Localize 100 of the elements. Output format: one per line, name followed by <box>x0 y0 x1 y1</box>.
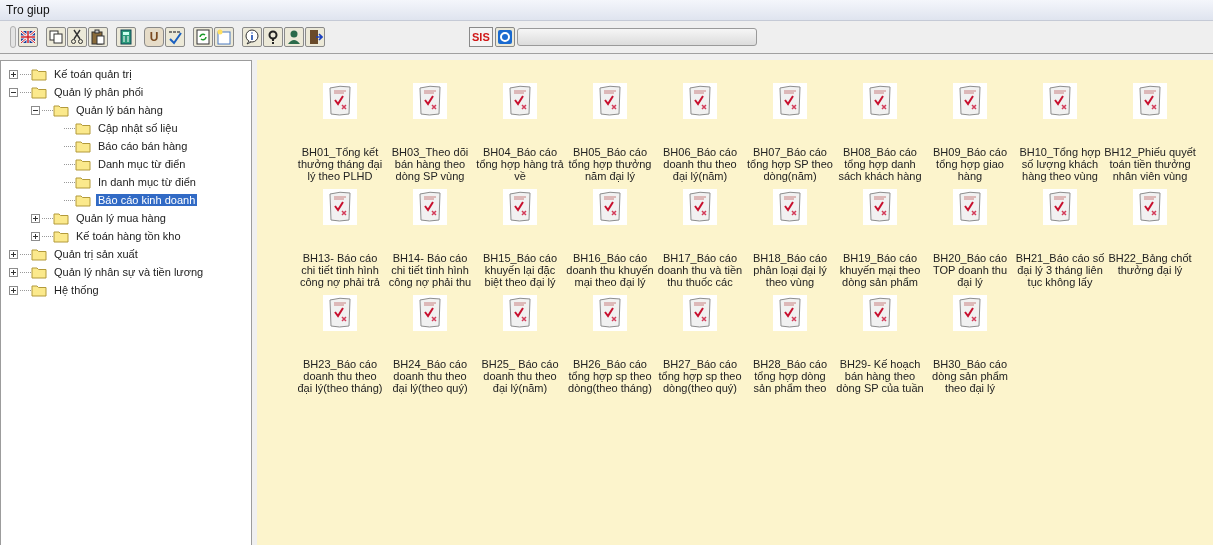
report-label[interactable]: BH14- Báo cáo chi tiết tình hình công nợ phải thu <box>388 252 472 288</box>
folder-icon <box>31 67 47 81</box>
expand-toggle[interactable] <box>9 249 18 259</box>
folder-icon <box>53 211 69 225</box>
report-document-icon <box>1043 189 1077 225</box>
tree-item[interactable]: Kế toán quản trị <box>52 68 134 80</box>
tree-item[interactable]: Báo cáo kinh doanh <box>96 194 198 206</box>
folder-icon <box>31 247 47 261</box>
flag-icon[interactable] <box>18 27 38 47</box>
tree-item[interactable]: In danh mục từ điển <box>96 176 198 188</box>
tree-item[interactable]: Quản lý phân phối <box>52 86 146 98</box>
report-document-icon <box>323 295 357 331</box>
toolbar-grip[interactable] <box>10 26 16 48</box>
report-document-icon <box>1043 83 1077 119</box>
report-label[interactable]: BH30_Báo cáo dòng sản phẩm theo đại lý <box>932 358 1008 394</box>
report-document-icon <box>593 83 627 119</box>
report-label[interactable]: BH08_Báo cáo tổng hợp danh sách khách hàng <box>838 146 922 182</box>
report-label[interactable]: BH07_Báo cáo tổng hợp SP theo dòng(năm) <box>747 146 833 182</box>
menu-item[interactable]: Tro giup <box>4 3 52 17</box>
sis-button[interactable]: SIS <box>469 27 493 47</box>
report-document-icon <box>863 83 897 119</box>
folder-icon <box>53 229 69 243</box>
report-label[interactable]: BH15_Báo cáo khuyến lại đặc biệt theo đại lý <box>483 252 557 288</box>
expand-toggle[interactable] <box>9 267 18 277</box>
tree-item[interactable]: Quản lý bán hàng <box>74 104 165 116</box>
exit-door-icon[interactable] <box>305 27 325 47</box>
tree-item[interactable]: Báo cáo bán hàng <box>96 140 190 152</box>
refresh-document-icon[interactable] <box>193 27 213 47</box>
report-label[interactable]: BH20_Báo cáo TOP doanh thu đại lý <box>932 252 1008 288</box>
report-label[interactable]: BH24_Báo cáo doanh thu theo đại lý(theo quý) <box>392 358 468 394</box>
report-document-icon <box>503 295 537 331</box>
expand-toggle[interactable] <box>9 285 18 295</box>
report-label[interactable]: BH27_Báo cáo tổng hợp sp theo dòng(theo quý) <box>658 358 742 394</box>
report-document-icon <box>683 189 717 225</box>
u-button[interactable]: U <box>144 27 164 47</box>
tree-item[interactable]: Kế toán hàng tồn kho <box>74 230 183 242</box>
report-document-icon <box>503 83 537 119</box>
report-document-icon <box>323 189 357 225</box>
clipboard-icon[interactable] <box>88 27 108 47</box>
report-document-icon <box>863 189 897 225</box>
report-document-icon <box>863 295 897 331</box>
info-icon[interactable] <box>242 27 262 47</box>
report-label[interactable]: BH03_Theo dõi bán hàng theo dòng SP vùng <box>391 146 469 182</box>
report-label[interactable]: BH28_Báo cáo tổng hợp dòng sản phẩm theo <box>753 358 827 394</box>
report-label[interactable]: BH22_Bảng chốt thưởng đại lý <box>1108 252 1192 276</box>
report-document-icon <box>323 83 357 119</box>
folder-icon <box>53 103 69 117</box>
report-label[interactable]: BH17_Báo cáo doanh thu và tiền thu thuốc các <box>657 252 743 288</box>
report-document-icon <box>503 189 537 225</box>
person-icon[interactable] <box>284 27 304 47</box>
expand-toggle[interactable] <box>9 69 18 79</box>
report-label[interactable]: BH10_Tổng hợp số lượng khách hàng theo vùng <box>1019 146 1101 182</box>
report-document-icon <box>773 189 807 225</box>
tree-item[interactable]: Hệ thống <box>52 284 101 296</box>
report-label[interactable]: BH13- Báo cáo chi tiết tình hình công nợ phải trả <box>300 252 380 288</box>
report-label[interactable]: BH26_Báo cáo tổng hợp sp theo dòng(theo tháng) <box>568 358 652 394</box>
report-label[interactable]: BH19_Báo cáo khuyến mại theo dòng sản phẩm <box>839 252 921 288</box>
report-label[interactable]: BH18_Báo cáo phân loại đại lý theo vùng <box>753 252 827 288</box>
copy-icon[interactable] <box>46 27 66 47</box>
report-label[interactable]: BH23_Báo cáo doanh thu theo đại lý(theo tháng) <box>297 358 383 394</box>
folder-icon <box>75 175 91 189</box>
report-label[interactable]: BH29- Kế hoạch bán hàng theo dòng SP của tuần <box>836 358 924 394</box>
report-label[interactable]: BH12_Phiếu quyết toán tiền thưởng nhân viên vùng <box>1104 146 1196 182</box>
report-document-icon <box>413 295 447 331</box>
report-label[interactable]: BH16_Báo cáo doanh thu khuyến mại theo đại lý <box>566 252 654 288</box>
report-document-icon <box>413 83 447 119</box>
folder-icon <box>75 121 91 135</box>
tree-item[interactable]: Quản trị sản xuất <box>52 248 140 260</box>
expand-toggle[interactable] <box>31 213 40 223</box>
report-document-icon <box>413 189 447 225</box>
folder-icon <box>75 139 91 153</box>
report-label[interactable]: BH06_Báo cáo doanh thu theo đại lý(năm) <box>663 146 737 182</box>
report-document-icon <box>593 189 627 225</box>
collapse-toggle[interactable] <box>9 87 18 97</box>
tree-item[interactable]: Quản lý mua hàng <box>74 212 168 224</box>
folder-icon <box>31 265 47 279</box>
expand-toggle[interactable] <box>31 231 40 241</box>
tree-item[interactable]: Quản lý nhân sự và tiền lương <box>52 266 206 278</box>
refresh-icon[interactable] <box>494 27 515 47</box>
report-label[interactable]: BH25_ Báo cáo doanh thu theo đại lý(năm) <box>481 358 559 394</box>
report-label[interactable]: BH04_Báo cáo tổng hợp hàng trả về <box>476 146 564 182</box>
collapse-toggle[interactable] <box>31 105 40 115</box>
report-document-icon <box>953 295 987 331</box>
calculator-icon[interactable] <box>116 27 136 47</box>
report-label[interactable]: BH01_Tổng kết thưởng tháng đại lý theo PLHD <box>297 146 383 182</box>
folder-icon <box>75 157 91 171</box>
spellcheck-icon[interactable] <box>165 27 185 47</box>
folder-icon <box>75 193 91 207</box>
report-label[interactable]: BH09_Báo cáo tổng hợp giao hàng <box>933 146 1007 182</box>
report-document-icon <box>953 189 987 225</box>
note-icon[interactable] <box>214 27 234 47</box>
folder-icon <box>31 85 47 99</box>
scissors-icon[interactable] <box>67 27 87 47</box>
tree-item[interactable]: Danh mục từ điển <box>96 158 188 170</box>
tree-item[interactable]: Cập nhật số liệu <box>96 122 180 134</box>
folder-icon <box>31 283 47 297</box>
report-document-icon <box>773 295 807 331</box>
report-label[interactable]: BH05_Báo cáo tổng hợp thưởng năm đại lý <box>568 146 652 182</box>
report-document-icon <box>1133 83 1167 119</box>
report-label[interactable]: BH21_Báo cáo số đại lý 3 tháng liên tục không lấy <box>1015 252 1105 288</box>
